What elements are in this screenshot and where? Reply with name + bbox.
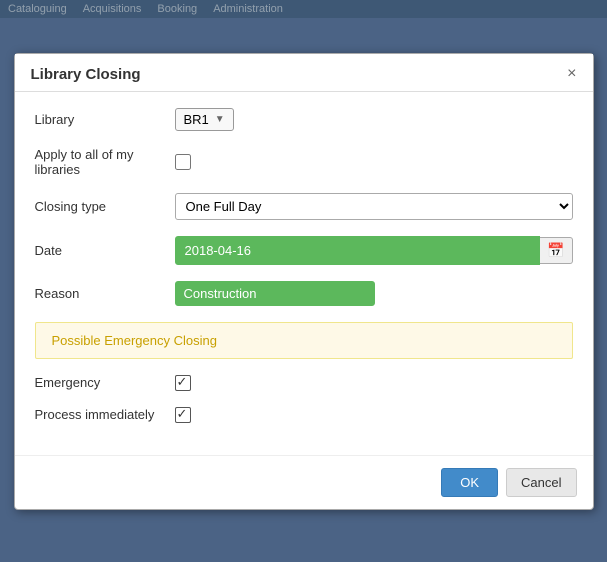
modal-header: Library Closing × (15, 54, 593, 92)
emergency-control (175, 375, 573, 391)
process-row: Process immediately (35, 407, 573, 423)
apply-all-label: Apply to all of my libraries (35, 147, 175, 177)
reason-row: Reason (35, 281, 573, 306)
modal-body: Library BR1 ▼ Apply to all of my librari… (15, 92, 593, 455)
date-label: Date (35, 243, 175, 258)
library-value: BR1 (184, 112, 209, 127)
emergency-checkbox[interactable] (175, 375, 191, 391)
closing-type-select[interactable]: One Full Day (175, 193, 573, 220)
apply-all-control (175, 154, 573, 170)
dropdown-arrow-icon: ▼ (215, 114, 225, 125)
emergency-label: Emergency (35, 375, 175, 390)
library-row: Library BR1 ▼ (35, 108, 573, 131)
closing-type-row: Closing type One Full Day (35, 193, 573, 220)
date-input[interactable] (175, 236, 541, 265)
date-row: Date 📅 (35, 236, 573, 265)
date-control: 📅 (175, 236, 573, 265)
library-label: Library (35, 112, 175, 127)
emergency-banner: Possible Emergency Closing (35, 322, 573, 359)
ok-button[interactable]: OK (441, 468, 498, 497)
modal-overlay: Library Closing × Library BR1 ▼ Apply to… (0, 0, 607, 562)
emergency-banner-text: Possible Emergency Closing (52, 333, 217, 348)
process-label: Process immediately (35, 407, 175, 422)
closing-type-label: Closing type (35, 199, 175, 214)
apply-all-checkbox[interactable] (175, 154, 191, 170)
modal-footer: OK Cancel (15, 455, 593, 509)
process-immediately-checkbox[interactable] (175, 407, 191, 423)
process-control (175, 407, 573, 423)
reason-input[interactable] (175, 281, 375, 306)
apply-all-row: Apply to all of my libraries (35, 147, 573, 177)
cancel-button[interactable]: Cancel (506, 468, 576, 497)
library-closing-modal: Library Closing × Library BR1 ▼ Apply to… (14, 53, 594, 510)
reason-label: Reason (35, 286, 175, 301)
modal-title: Library Closing (31, 66, 141, 83)
emergency-row: Emergency (35, 375, 573, 391)
modal-close-button[interactable]: × (567, 66, 576, 82)
library-control-area: BR1 ▼ (175, 108, 573, 131)
reason-control (175, 281, 573, 306)
library-dropdown[interactable]: BR1 ▼ (175, 108, 234, 131)
date-input-group: 📅 (175, 236, 573, 265)
closing-type-control: One Full Day (175, 193, 573, 220)
calendar-button[interactable]: 📅 (540, 237, 572, 264)
